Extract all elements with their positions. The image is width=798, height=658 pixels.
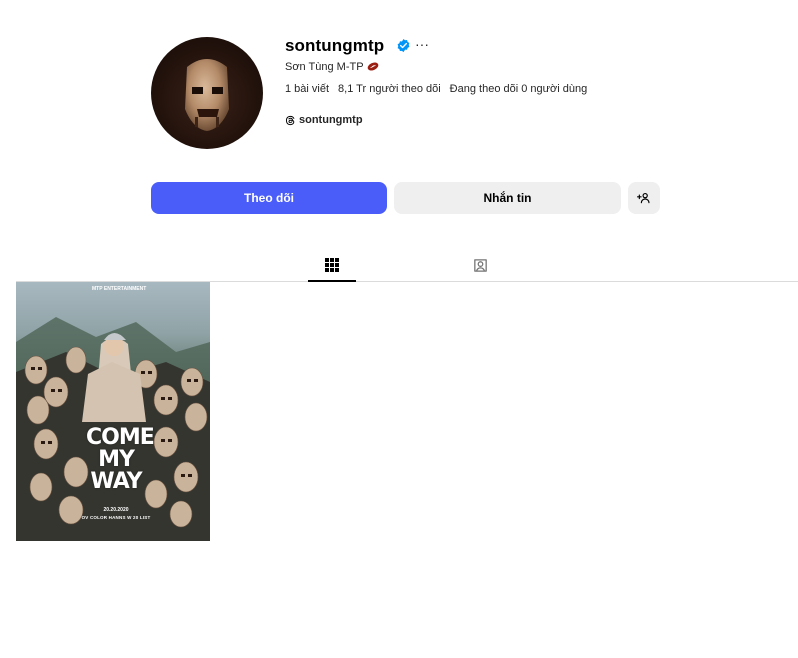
profile-stats: 1 bài viết 8,1 Tr người theo dõi Đang theo… [285,83,587,95]
profile-avatar[interactable] [151,37,263,149]
rugby-ball-icon [367,61,379,73]
threads-icon [286,115,295,125]
add-user-icon [637,192,650,204]
active-tab-indicator [308,280,356,282]
following-count[interactable]: Đang theo dõi 0 người dùng [450,83,588,95]
posts-count: 1 bài viết [285,83,330,95]
tab-posts[interactable] [320,254,344,276]
profile-full-name: Sơn Tùng M-TP [285,61,379,73]
threads-link[interactable]: sontungmtp [285,114,363,126]
verified-badge-icon [397,38,410,53]
grid-icon [325,258,339,272]
follow-button[interactable]: Theo dõi [151,182,387,214]
followers-count[interactable]: 8,1 Tr người theo dõi [338,83,441,95]
post-date-text: 20.20.2020 [103,507,129,513]
more-options-button[interactable]: ··· [415,36,429,52]
post-artwork [16,317,210,541]
full-name-text: Sơn Tùng M-TP [285,61,364,73]
post-title-line: MY [98,447,135,472]
message-button[interactable]: Nhắn tin [394,182,621,214]
post-thumbnail[interactable]: MTP ENTERTAINMENT COME MY WAY 20.20.2020… [16,282,210,541]
threads-handle: sontungmtp [299,114,363,126]
post-caption-text: OV COLOR HANNS W 20 LIST [81,515,151,520]
add-user-button[interactable] [628,182,660,214]
profile-username: sontungmtp [285,36,385,55]
tab-tagged[interactable] [468,254,492,276]
mask-avatar-image [185,59,229,131]
post-title-line: WAY [90,469,142,494]
post-title-line: COME [86,425,155,450]
tagged-user-icon [473,258,487,272]
post-logo-text: MTP ENTERTAINMENT [92,286,147,292]
